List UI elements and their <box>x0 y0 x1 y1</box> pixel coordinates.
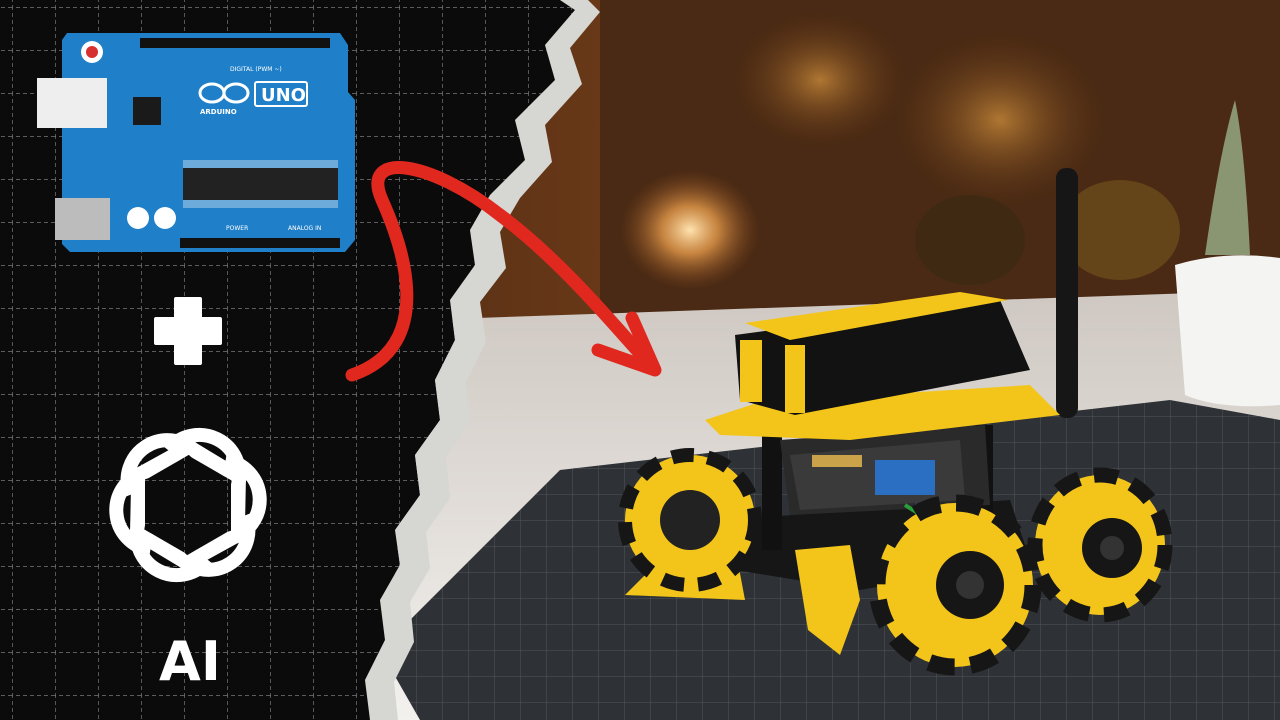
analog-header-label: ANALOG IN <box>288 225 321 232</box>
usb-port <box>37 78 107 128</box>
digital-header <box>140 38 330 48</box>
lamp-bokeh <box>620 170 760 290</box>
antenna <box>1056 168 1078 418</box>
power-header-label: POWER <box>226 225 248 232</box>
arduino-uno-board: ARDUINO UNO DIGITAL (PWM ~) ANALOG IN PO… <box>37 33 355 252</box>
power-jack <box>55 198 110 240</box>
thumbnail: ARDUINO UNO DIGITAL (PWM ~) ANALOG IN PO… <box>0 0 1280 720</box>
digital-header-label: DIGITAL (PWM ~) <box>230 66 282 73</box>
microcontroller-chip <box>183 168 338 200</box>
reset-button <box>86 46 98 58</box>
wheel-front-right <box>868 494 1042 676</box>
ai-caption: AI <box>159 630 221 693</box>
thumbnail-canvas: ARDUINO UNO DIGITAL (PWM ~) ANALOG IN PO… <box>0 0 1280 720</box>
brand-label: ARDUINO <box>200 108 237 116</box>
model-label: UNO <box>261 85 306 106</box>
wheel-front-left <box>618 448 762 592</box>
analog-header <box>180 238 340 248</box>
wheel-rear-right <box>1027 467 1173 623</box>
